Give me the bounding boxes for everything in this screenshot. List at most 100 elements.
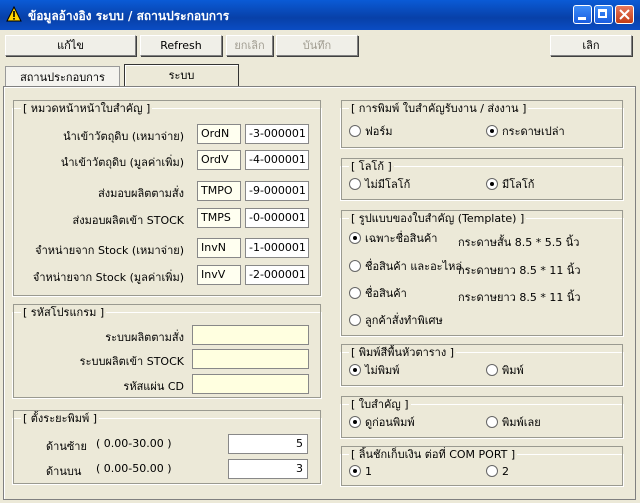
doc-code-deliver-stock[interactable]: TMPS bbox=[197, 208, 241, 228]
edit-button[interactable]: แก้ไข bbox=[5, 35, 136, 56]
doc-label-sell-stock-lumpsum: จำหน่ายจาก Stock (เหมาจ่าย) bbox=[35, 244, 184, 257]
radio-icon bbox=[349, 287, 361, 299]
com-port-1-radio[interactable]: 1 bbox=[349, 464, 372, 480]
program-stock-input[interactable] bbox=[192, 349, 309, 369]
radio-icon bbox=[349, 178, 361, 190]
template-product-label: ชื่อสินค้า bbox=[365, 287, 407, 300]
template-short-paper-note: กระดาษสั้น 8.5 * 5.5 นิ้ว bbox=[458, 236, 580, 249]
save-button[interactable]: บันทึก bbox=[276, 35, 358, 56]
no-logo-label: ไม่มีโลโก้ bbox=[365, 178, 411, 191]
template-product-name-label: เฉพาะชื่อสินค้า bbox=[365, 232, 438, 245]
print-blank-paper-radio[interactable]: กระดาษเปล่า bbox=[486, 124, 565, 140]
cash-drawer-legend: [ ลิ้นชักเก็บเงิน ต่อที่ COM PORT ] bbox=[351, 448, 516, 461]
window-title: ข้อมูลอ้างอิง ระบบ / สถานประกอบการ bbox=[28, 9, 230, 23]
print-blank-paper-label: กระดาษเปล่า bbox=[502, 125, 565, 138]
radio-selected-icon bbox=[349, 232, 361, 244]
radio-icon bbox=[349, 260, 361, 272]
tab-strip: สถานประกอบการ ระบบ bbox=[0, 62, 640, 88]
template-product-parts-radio[interactable]: ชื่อสินค้า และอะไหล่ bbox=[349, 259, 462, 275]
close-button[interactable] bbox=[615, 5, 634, 24]
with-logo-label: มีโลโก้ bbox=[502, 178, 535, 191]
margin-left-label: ด้านซ้าย bbox=[46, 440, 87, 453]
tab-system[interactable]: ระบบ bbox=[124, 64, 239, 88]
margin-left-range: ( 0.00-30.00 ) bbox=[96, 437, 172, 450]
radio-icon bbox=[349, 125, 361, 137]
warning-app-icon bbox=[6, 6, 22, 22]
doc-label-deliver-made-to-order: ส่งมอบผลิตตามสั่ง bbox=[98, 187, 184, 200]
exit-button[interactable]: เลิก bbox=[550, 35, 632, 56]
radio-icon bbox=[349, 314, 361, 326]
margin-left-input[interactable]: 5 bbox=[228, 434, 308, 454]
radio-icon bbox=[486, 416, 498, 428]
no-header-color-label: ไม่พิมพ์ bbox=[365, 364, 400, 377]
tab-establishment[interactable]: สถานประกอบการ bbox=[5, 66, 120, 88]
print-form-label: ฟอร์ม bbox=[365, 125, 393, 138]
doc-label-raw-import-vat: นำเข้าวัตถุดิบ (มูลค่าเพิ่ม) bbox=[60, 156, 184, 169]
print-immediately-radio[interactable]: พิมพ์เลย bbox=[486, 415, 541, 431]
maximize-icon bbox=[598, 9, 607, 18]
program-code-legend: [ รหัสโปรแกรม ] bbox=[23, 306, 105, 319]
doc-label-deliver-stock: ส่งมอบผลิตเข้า STOCK bbox=[72, 214, 184, 227]
com-port-2-radio[interactable]: 2 bbox=[486, 464, 509, 480]
program-label-made-to-order: ระบบผลิตตามสั่ง bbox=[105, 331, 184, 344]
doc-code-deliver-made-to-order[interactable]: TMPO bbox=[197, 181, 241, 201]
minimize-button[interactable] bbox=[573, 5, 592, 24]
maximize-button[interactable] bbox=[594, 5, 613, 24]
with-logo-radio[interactable]: มีโลโก้ bbox=[486, 177, 534, 193]
radio-selected-icon bbox=[486, 125, 498, 137]
cash-drawer-group: [ ลิ้นชักเก็บเงิน ต่อที่ COM PORT ] bbox=[340, 445, 624, 487]
radio-selected-icon bbox=[486, 178, 498, 190]
preview-before-print-radio[interactable]: ดูก่อนพิมพ์ bbox=[349, 415, 415, 431]
doc-number-deliver-made-to-order[interactable]: -9-000001 bbox=[245, 181, 309, 201]
template-product-parts-label: ชื่อสินค้า และอะไหล่ bbox=[365, 260, 463, 273]
doc-number-sell-stock-lumpsum[interactable]: -1-000001 bbox=[245, 238, 309, 258]
template-custom-order-label: ลูกค้าสั่งทำพิเศษ bbox=[365, 314, 443, 327]
radio-selected-icon bbox=[349, 465, 361, 477]
logo-legend: [ โลโก้ ] bbox=[351, 160, 392, 173]
radio-icon bbox=[486, 465, 498, 477]
template-product-name-radio[interactable]: เฉพาะชื่อสินค้า bbox=[349, 231, 437, 247]
doc-code-raw-import-vat[interactable]: OrdV bbox=[197, 150, 241, 170]
no-header-color-radio[interactable]: ไม่พิมพ์ bbox=[349, 363, 400, 379]
margin-top-input[interactable]: 3 bbox=[228, 459, 308, 479]
doc-code-raw-import-lumpsum[interactable]: OrdN bbox=[197, 124, 241, 144]
print-header-color-label: พิมพ์ bbox=[502, 364, 524, 377]
minimize-icon bbox=[578, 17, 586, 20]
doc-number-sell-stock-vat[interactable]: -2-000001 bbox=[245, 265, 309, 285]
cancel-button[interactable]: ยกเลิก bbox=[226, 35, 273, 56]
radio-selected-icon bbox=[349, 364, 361, 376]
print-immediately-label: พิมพ์เลย bbox=[502, 416, 541, 429]
template-long-paper-note-2: กระดาษยาว 8.5 * 11 นิ้ว bbox=[458, 291, 581, 304]
refresh-button[interactable]: Refresh bbox=[140, 35, 222, 56]
toolbar: แก้ไข Refresh ยกเลิก บันทึก เลิก bbox=[0, 30, 640, 62]
radio-selected-icon bbox=[349, 416, 361, 428]
doc-number-deliver-stock[interactable]: -0-000001 bbox=[245, 208, 309, 228]
doc-code-sell-stock-vat[interactable]: InvV bbox=[197, 265, 241, 285]
template-custom-order-radio[interactable]: ลูกค้าสั่งทำพิเศษ bbox=[349, 313, 443, 329]
doc-code-sell-stock-lumpsum[interactable]: InvN bbox=[197, 238, 241, 258]
template-product-radio[interactable]: ชื่อสินค้า bbox=[349, 286, 407, 302]
doc-number-raw-import-lumpsum[interactable]: -3-000001 bbox=[245, 124, 309, 144]
doc-number-raw-import-vat[interactable]: -4-000001 bbox=[245, 150, 309, 170]
com-port-1-label: 1 bbox=[365, 465, 372, 478]
program-made-to-order-input[interactable] bbox=[192, 325, 309, 345]
template-legend: [ รูปแบบของใบสำคัญ (Template) ] bbox=[351, 212, 525, 225]
document-prefix-legend: [ หมวดหน้าหน้าใบสำคัญ ] bbox=[23, 102, 151, 115]
print-header-color-radio[interactable]: พิมพ์ bbox=[486, 363, 524, 379]
program-label-cd-code: รหัสแผ่น CD bbox=[123, 380, 184, 393]
doc-label-raw-import-lumpsum: นำเข้าวัตถุดิบ (เหมาจ่าย) bbox=[63, 130, 184, 143]
com-port-2-label: 2 bbox=[502, 465, 509, 478]
preview-before-print-label: ดูก่อนพิมพ์ bbox=[365, 416, 415, 429]
no-logo-radio[interactable]: ไม่มีโลโก้ bbox=[349, 177, 410, 193]
cd-code-input[interactable] bbox=[192, 374, 309, 394]
print-margin-legend: [ ตั้งระยะพิมพ์ ] bbox=[23, 412, 98, 425]
template-long-paper-note: กระดาษยาว 8.5 * 11 นิ้ว bbox=[458, 264, 581, 277]
radio-icon bbox=[486, 364, 498, 376]
close-icon bbox=[619, 9, 630, 20]
header-color-legend: [ พิมพ์สีพื้นหัวตาราง ] bbox=[351, 346, 455, 359]
margin-top-label: ด้านบน bbox=[46, 465, 82, 478]
doc-label-sell-stock-vat: จำหน่ายจาก Stock (มูลค่าเพิ่ม) bbox=[32, 271, 184, 284]
title-bar: ข้อมูลอ้างอิง ระบบ / สถานประกอบการ bbox=[0, 0, 640, 30]
margin-top-range: ( 0.00-50.00 ) bbox=[96, 462, 172, 475]
print-form-radio[interactable]: ฟอร์ม bbox=[349, 124, 393, 140]
